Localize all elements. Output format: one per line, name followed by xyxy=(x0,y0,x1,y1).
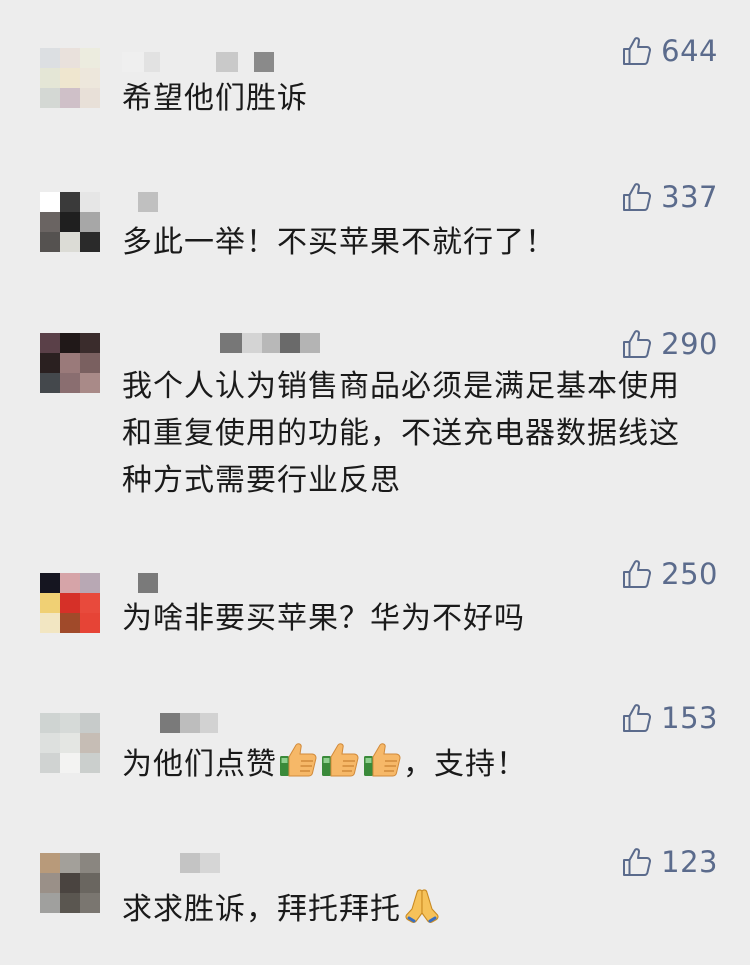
comment-text: 为啥非要买苹果？华为不好吗 xyxy=(122,601,525,636)
like-count: 250 xyxy=(661,557,718,591)
blurred-username xyxy=(122,192,158,212)
blurred-username xyxy=(122,573,158,593)
avatar[interactable] xyxy=(40,853,100,913)
blurred-username xyxy=(122,853,220,873)
thumbs-up-emoji-icon xyxy=(280,743,317,777)
comment-text-before: 为他们点赞 xyxy=(122,747,277,782)
thumbs-up-icon xyxy=(623,37,652,65)
avatar[interactable] xyxy=(40,333,100,393)
like-button[interactable]: 290 xyxy=(621,327,718,361)
like-button[interactable]: 123 xyxy=(621,845,718,879)
comment-text: 多此一举！不买苹果不就行了！ xyxy=(122,225,556,260)
thumbs-up-icon xyxy=(623,560,652,588)
blurred-username xyxy=(122,52,274,72)
blurred-username xyxy=(122,333,320,353)
comment-text: 为他们点赞 ，支持！ xyxy=(122,740,707,788)
thumbs-up-icon xyxy=(623,330,652,358)
thumbs-up-emoji-icon xyxy=(322,743,359,777)
comment-text-after: ，支持！ xyxy=(403,747,527,782)
like-button[interactable]: 250 xyxy=(621,557,718,591)
thumbs-up-emoji-icon xyxy=(364,743,401,777)
avatar[interactable] xyxy=(40,573,100,633)
like-count: 337 xyxy=(661,180,718,214)
blurred-username xyxy=(122,713,218,733)
like-button[interactable]: 153 xyxy=(621,701,718,735)
like-count: 290 xyxy=(661,327,718,361)
avatar[interactable] xyxy=(40,48,100,108)
like-button[interactable]: 644 xyxy=(621,34,718,68)
like-count: 123 xyxy=(661,845,718,879)
folded-hands-emoji-icon xyxy=(405,889,439,923)
comment-text-before: 求求胜诉，拜托拜托 xyxy=(122,892,401,927)
thumbs-up-icon xyxy=(623,704,652,732)
like-count: 644 xyxy=(661,34,718,68)
avatar[interactable] xyxy=(40,713,100,773)
comment-text: 求求胜诉，拜托拜托 xyxy=(122,885,707,933)
avatar[interactable] xyxy=(40,192,100,252)
comment-text: 我个人认为销售商品必须是满足基本使用和重复使用的功能，不送充电器数据线这种方式需… xyxy=(122,369,680,498)
like-button[interactable]: 337 xyxy=(621,180,718,214)
thumbs-up-icon xyxy=(623,848,652,876)
like-count: 153 xyxy=(661,701,718,735)
comment-text: 希望他们胜诉 xyxy=(122,81,308,116)
thumbs-up-icon xyxy=(623,183,652,211)
